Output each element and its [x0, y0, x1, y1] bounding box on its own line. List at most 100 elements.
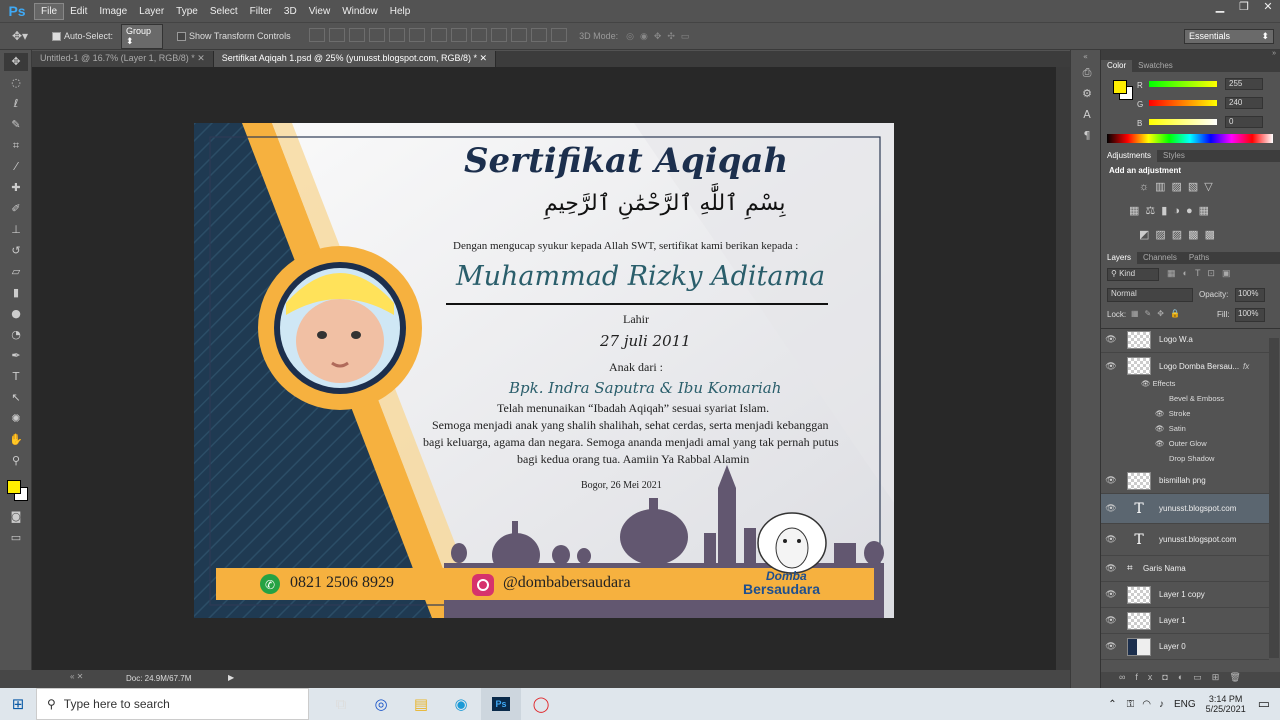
effect-item[interactable]: Drop Shadow: [1169, 451, 1214, 466]
stamp-tool-icon[interactable]: ⊥: [4, 221, 28, 239]
quick-mask-icon[interactable]: ◙: [4, 508, 28, 526]
layer-row[interactable]: 👁 Logo Domba Bersau... fx: [1101, 353, 1269, 379]
type-tool-icon[interactable]: T: [4, 368, 28, 386]
gradient-tool-icon[interactable]: ▮: [4, 284, 28, 302]
distribute-hcenter-icon[interactable]: [511, 28, 528, 42]
lock-icons[interactable]: ▦✎✥🔒: [1131, 309, 1186, 318]
app-icon-blue[interactable]: ◎: [361, 688, 401, 720]
menu-help[interactable]: Help: [384, 4, 417, 19]
volume-icon[interactable]: ♪: [1159, 699, 1164, 710]
collapse-icon[interactable]: «: [1071, 52, 1100, 61]
network-icon[interactable]: ⚿: [1127, 699, 1135, 710]
path-select-tool-icon[interactable]: ↖: [4, 389, 28, 407]
tab-styles[interactable]: Styles: [1157, 150, 1191, 162]
tab-close-icon[interactable]: ✕: [197, 53, 205, 63]
menu-layer[interactable]: Layer: [133, 4, 170, 19]
fg-color-swatch[interactable]: [1113, 80, 1127, 94]
r-slider[interactable]: [1149, 81, 1217, 87]
distribute-bottom-icon[interactable]: [471, 28, 488, 42]
menu-image[interactable]: Image: [93, 4, 133, 19]
layer-row[interactable]: 👁 bismillah png: [1101, 468, 1269, 494]
effect-eye-icon[interactable]: 👁: [1155, 409, 1165, 418]
align-right-icon[interactable]: [408, 28, 425, 42]
align-bottom-icon[interactable]: [348, 28, 365, 42]
edge-browser-icon[interactable]: ◉: [441, 688, 481, 720]
quick-select-tool-icon[interactable]: ✎: [4, 116, 28, 134]
g-value[interactable]: 240: [1225, 97, 1263, 109]
properties-panel-icon[interactable]: ⚙: [1075, 85, 1099, 103]
close-icon[interactable]: ✕: [1256, 0, 1280, 16]
align-left-icon[interactable]: [368, 28, 385, 42]
visibility-eye-icon[interactable]: 👁: [1101, 641, 1121, 652]
effects-eye-icon[interactable]: 👁: [1141, 379, 1151, 388]
task-view-icon[interactable]: ⧉: [321, 688, 361, 720]
tab-untitled[interactable]: Untitled-1 @ 16.7% (Layer 1, RGB/8) * ✕: [32, 51, 214, 67]
auto-select-check[interactable]: [52, 32, 61, 42]
history-panel-icon[interactable]: ⎙: [1075, 64, 1099, 82]
marquee-tool-icon[interactable]: ◌: [4, 74, 28, 92]
layers-scrollbar[interactable]: [1269, 338, 1279, 658]
visibility-eye-icon[interactable]: 👁: [1101, 334, 1121, 345]
shape-tool-icon[interactable]: ✺: [4, 410, 28, 428]
hand-tool-icon[interactable]: ✋: [4, 431, 28, 449]
effect-item[interactable]: Bevel & Emboss: [1169, 391, 1224, 406]
visibility-eye-icon[interactable]: 👁: [1101, 615, 1121, 626]
distribute-right-icon[interactable]: [531, 28, 548, 42]
tab-channels[interactable]: Channels: [1137, 252, 1183, 264]
visibility-eye-icon[interactable]: 👁: [1101, 475, 1121, 486]
vertical-scrollbar[interactable]: [1056, 67, 1070, 670]
tab-layers[interactable]: Layers: [1101, 252, 1138, 264]
distribute-top-icon[interactable]: [431, 28, 448, 42]
panels-collapse-icon[interactable]: »: [1101, 50, 1280, 60]
blend-mode-dropdown[interactable]: Normal: [1107, 288, 1193, 302]
foreground-color[interactable]: [7, 480, 21, 494]
lasso-tool-icon[interactable]: ℓ: [4, 95, 28, 113]
3d-tools-icons[interactable]: ◎◉✥✣▭: [626, 31, 695, 42]
effect-item[interactable]: 👁 Stroke: [1155, 406, 1190, 421]
layer-row[interactable]: 👁 Logo W.a: [1101, 327, 1269, 353]
color-spectrum[interactable]: [1107, 134, 1273, 143]
fill-value[interactable]: 100%: [1235, 308, 1265, 322]
menu-window[interactable]: Window: [336, 4, 384, 19]
healing-tool-icon[interactable]: ✚: [4, 179, 28, 197]
align-top-icon[interactable]: [308, 28, 325, 42]
layer-row-selected[interactable]: 👁 T yunusst.blogspot.com: [1101, 494, 1269, 524]
pen-tool-icon[interactable]: ✒: [4, 347, 28, 365]
move-tool-icon[interactable]: ✥: [4, 53, 28, 71]
tab-swatches[interactable]: Swatches: [1132, 60, 1179, 72]
layer-row[interactable]: 👁 T yunusst.blogspot.com: [1101, 524, 1269, 556]
effect-eye-icon[interactable]: 👁: [1155, 424, 1165, 433]
b-slider[interactable]: [1149, 119, 1217, 125]
opera-browser-icon[interactable]: ◯: [521, 688, 561, 720]
g-slider[interactable]: [1149, 100, 1217, 106]
menu-type[interactable]: Type: [170, 4, 204, 19]
tab-close-icon[interactable]: ✕: [480, 53, 488, 63]
blur-tool-icon[interactable]: ●: [4, 305, 28, 323]
dodge-tool-icon[interactable]: ◔: [4, 326, 28, 344]
move-tool-icon[interactable]: ✥▾: [0, 29, 40, 43]
menu-3d[interactable]: 3D: [278, 4, 303, 19]
layers-footer-icons[interactable]: ∞fx◘◐▭⊞🗑: [1101, 672, 1280, 688]
show-transform-checkbox[interactable]: Show Transform Controls: [177, 31, 291, 42]
auto-select-checkbox[interactable]: Auto-Select:: [52, 31, 113, 42]
status-arrows-icon[interactable]: « ✕: [70, 672, 83, 681]
auto-select-dropdown[interactable]: Group ⬍: [121, 23, 164, 49]
status-menu-icon[interactable]: ▶: [228, 673, 234, 682]
distribute-left-icon[interactable]: [491, 28, 508, 42]
crop-tool-icon[interactable]: ⌗: [4, 137, 28, 155]
certificate-document[interactable]: ✆ Sertifikat Aqiqah بِسْمِ ٱللَّٰهِ ٱلرَ…: [194, 123, 894, 618]
minimize-icon[interactable]: ▁: [1208, 0, 1232, 16]
menu-file[interactable]: File: [34, 2, 65, 20]
adjustment-row-2-icons[interactable]: ▦⚖▮◑●▦: [1129, 204, 1215, 217]
kind-filter[interactable]: ⚲ Kind: [1107, 268, 1159, 281]
workspace-dropdown[interactable]: Essentials ⬍: [1184, 28, 1274, 44]
layer-filter-icons[interactable]: ▦◐T⊡▣: [1167, 268, 1237, 279]
b-value[interactable]: 0: [1225, 116, 1263, 128]
tray-chevron-icon[interactable]: ⌃: [1108, 699, 1116, 710]
notification-icon[interactable]: ▭: [1258, 696, 1270, 712]
brush-tool-icon[interactable]: ✐: [4, 200, 28, 218]
effect-eye-icon[interactable]: 👁: [1155, 439, 1165, 448]
restore-icon[interactable]: ❐: [1232, 0, 1256, 16]
zoom-tool-icon[interactable]: ⚲: [4, 452, 28, 470]
language-indicator[interactable]: ENG: [1174, 699, 1196, 710]
